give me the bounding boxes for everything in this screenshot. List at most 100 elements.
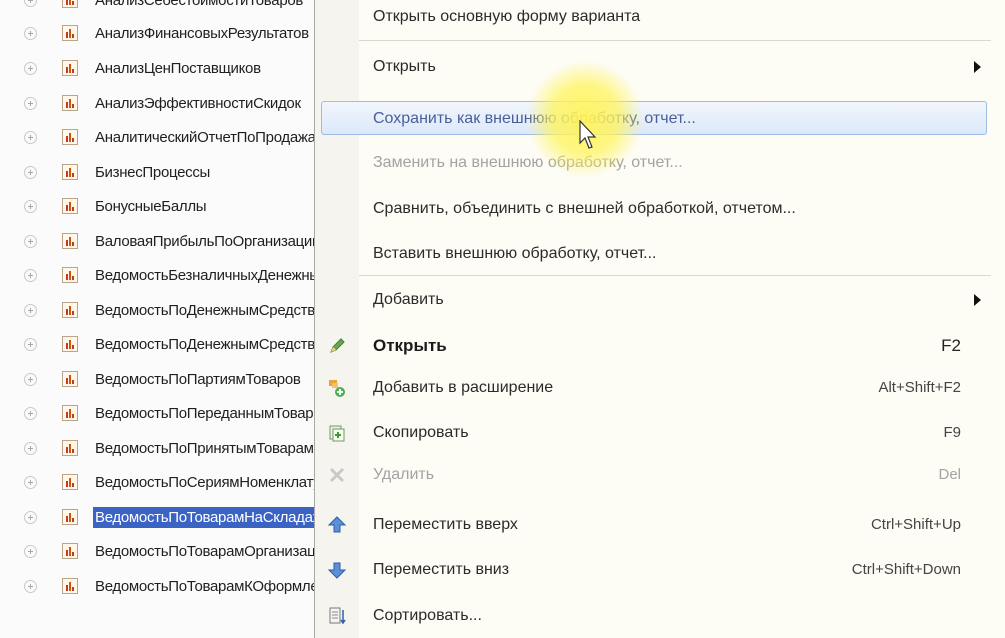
report-icon	[62, 543, 78, 559]
expand-icon[interactable]	[24, 545, 37, 558]
tree-row[interactable]: ВедомостьБезналичныхДенежныхСредств	[0, 260, 330, 290]
menu-item-5[interactable]: Сравнить, объединить с внешней обработко…	[315, 192, 991, 226]
tree-item-label: БонусныеБаллы	[95, 198, 207, 215]
menu-item-3[interactable]: Сохранить как внешнюю обработку, отчет..…	[321, 101, 987, 135]
tree-item-label: АнализСебестоимостиТоваров	[95, 0, 304, 9]
sort-icon	[327, 606, 347, 626]
report-icon	[62, 164, 78, 180]
menu-shortcut: Del	[938, 466, 961, 483]
menu-item-8[interactable]: Открыть F2	[315, 329, 991, 363]
report-icon	[62, 95, 78, 111]
tree-row[interactable]: АнализЭффективностиСкидок	[0, 88, 330, 118]
menu-item-label: Сортировать...	[373, 607, 482, 624]
menu-item-9[interactable]: Добавить в расширение Alt+Shift+F2	[315, 371, 991, 405]
menu-item-label: Сравнить, объединить с внешней обработко…	[373, 200, 796, 217]
menu-item-14[interactable]: Сортировать...	[315, 599, 991, 633]
delete-icon	[327, 465, 347, 485]
menu-item-10[interactable]: Скопировать F9	[315, 416, 991, 450]
menu-item-label: Переместить вверх	[373, 516, 518, 533]
tree-item-label: ВедомостьПоДенежнымСредствамВКассах	[95, 336, 319, 353]
expand-icon[interactable]	[24, 269, 37, 282]
report-icon	[62, 0, 78, 8]
menu-item-label: Сохранить как внешнюю обработку, отчет..…	[373, 110, 696, 127]
tree-item-label: ВедомостьПоТоварамКОформлению	[95, 578, 319, 595]
menu-item-4: Заменить на внешнюю обработку, отчет...	[315, 146, 991, 180]
tree-row[interactable]: АнализЦенПоставщиков	[0, 53, 330, 83]
expand-icon[interactable]	[24, 511, 37, 524]
tree-item-label: ВедомостьПоПартиямТоваров	[95, 371, 301, 388]
tree-item-label: ВедомостьПоПринятымТоварам	[95, 440, 314, 457]
menu-shortcut: F9	[943, 424, 961, 441]
tree-row[interactable]: АналитическийОтчетПоПродажам	[0, 122, 330, 152]
tree-row[interactable]: ВаловаяПрибыльПоОрганизации	[0, 226, 330, 256]
report-icon	[62, 233, 78, 249]
expand-icon[interactable]	[24, 407, 37, 420]
tree-row[interactable]: ВедомостьПоДенежнымСредствамВКассах	[0, 329, 330, 359]
expand-icon[interactable]	[24, 580, 37, 593]
expand-icon[interactable]	[24, 235, 37, 248]
menu-item-2[interactable]: Открыть	[315, 50, 991, 84]
tree-row[interactable]: ВедомостьПоДенежнымСредствам	[0, 295, 330, 325]
tree-row[interactable]: БонусныеБаллы	[0, 191, 330, 221]
expand-icon[interactable]	[24, 442, 37, 455]
menu-item-label: Добавить в расширение	[373, 379, 554, 396]
expand-icon[interactable]	[24, 131, 37, 144]
submenu-arrow-icon	[974, 294, 981, 306]
tree-item-label: ВедомостьБезналичныхДенежныхСредств	[95, 267, 319, 284]
tree-row[interactable]: ВедомостьПоТоварамОрганизаций	[0, 536, 330, 566]
expand-icon[interactable]	[24, 373, 37, 386]
report-icon	[62, 25, 78, 41]
expand-icon[interactable]	[24, 476, 37, 489]
expand-icon[interactable]	[24, 304, 37, 317]
mouse-cursor-icon	[579, 120, 597, 149]
menu-item-7[interactable]: Добавить	[315, 283, 991, 317]
move-up-icon	[327, 515, 347, 535]
tree-item-label: АнализФинансовыхРезультатов	[95, 25, 309, 42]
menu-item-label: Удалить	[373, 466, 435, 483]
menu-shortcut: Ctrl+Shift+Up	[870, 516, 961, 533]
pencil-icon	[327, 336, 347, 356]
menu-shortcut: Alt+Shift+F2	[878, 379, 961, 396]
expand-icon[interactable]	[24, 62, 37, 75]
tree-item-label: ВедомостьПоТоварамОрганизаций	[95, 543, 319, 560]
menu-item-6[interactable]: Вставить внешнюю обработку, отчет...	[315, 237, 991, 271]
menu-item-1[interactable]: Открыть основную форму варианта	[315, 0, 991, 34]
tree-row[interactable]: ВедомостьПоТоварамКОформлению	[0, 571, 330, 601]
report-icon	[62, 474, 78, 490]
menu-item-label: Добавить	[373, 291, 444, 308]
tree-row[interactable]: ВедомостьПоПринятымТоварам	[0, 433, 330, 463]
menu-item-label: Переместить вниз	[373, 561, 510, 578]
menu-item-label: Скопировать	[373, 424, 469, 441]
expand-icon[interactable]	[24, 27, 37, 40]
report-icon	[62, 267, 78, 283]
tree-row[interactable]: АнализСебестоимостиТоваров	[0, 0, 330, 15]
tree-row[interactable]: ВедомостьПоТоварамНаСкладах	[0, 502, 330, 532]
tree-item-label: АнализЭффективностиСкидок	[95, 95, 301, 112]
expand-icon[interactable]	[24, 166, 37, 179]
report-icon	[62, 440, 78, 456]
menu-shortcut: Ctrl+Shift+Down	[851, 561, 961, 578]
tree-row[interactable]: БизнесПроцессы	[0, 157, 330, 187]
submenu-arrow-icon	[974, 61, 981, 73]
tree-item-label: ВедомостьПоСериямНоменклатуры	[95, 474, 319, 491]
menu-item-11: Удалить Del	[315, 458, 991, 492]
expand-icon[interactable]	[24, 0, 37, 7]
expand-icon[interactable]	[24, 97, 37, 110]
expand-icon[interactable]	[24, 338, 37, 351]
menu-item-label: Заменить на внешнюю обработку, отчет...	[373, 154, 683, 171]
report-icon	[62, 198, 78, 214]
copy-icon	[327, 423, 347, 443]
expand-icon[interactable]	[24, 200, 37, 213]
report-icon	[62, 578, 78, 594]
tree-row[interactable]: АнализФинансовыхРезультатов	[0, 18, 330, 48]
menu-item-13[interactable]: Переместить вниз Ctrl+Shift+Down	[315, 553, 991, 587]
tree-row[interactable]: ВедомостьПоПереданнымТоварам	[0, 398, 330, 428]
menu-item-12[interactable]: Переместить вверх Ctrl+Shift+Up	[315, 508, 991, 542]
menu-item-label: Открыть основную форму варианта	[373, 8, 641, 25]
menu-separator	[359, 40, 991, 41]
menu-item-label: Открыть	[373, 58, 436, 75]
tree-row[interactable]: ВедомостьПоСериямНоменклатуры	[0, 467, 330, 497]
menu-item-label: Вставить внешнюю обработку, отчет...	[373, 245, 657, 262]
tree-row[interactable]: ВедомостьПоПартиямТоваров	[0, 364, 330, 394]
tree-item-label: ВедомостьПоДенежнымСредствам	[95, 302, 319, 319]
